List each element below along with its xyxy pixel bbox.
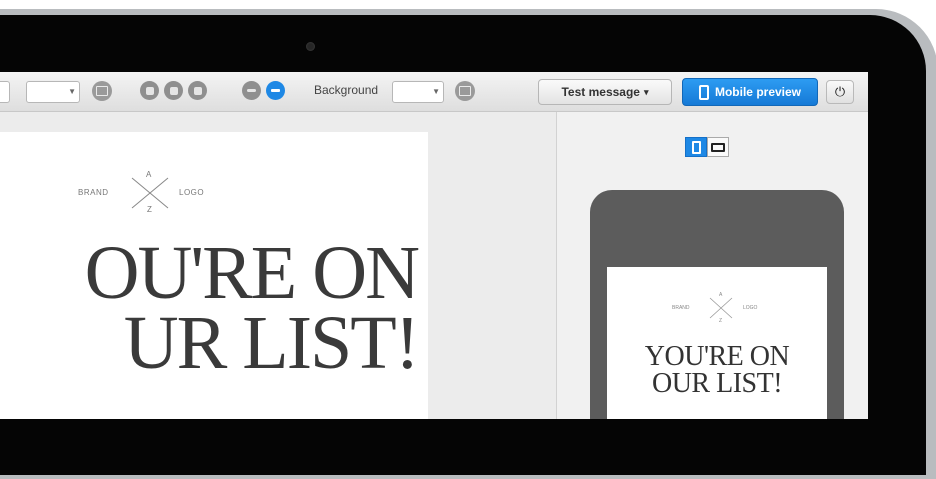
power-icon: ⏻ (834, 84, 846, 99)
phone-screen[interactable]: BRAND A Z LOGO YOU'RE ON OUR LIST! (607, 267, 827, 419)
headline-line-1: OU'RE ON (84, 231, 420, 315)
test-message-button[interactable]: Test message ▾ (538, 79, 672, 105)
preview-logo-right-text: LOGO (743, 305, 758, 311)
add-block-icon[interactable] (266, 81, 285, 100)
editor-toolbar: ▼ Background ▼ Test message ▾ Mobile pre… (0, 72, 868, 112)
image-icon[interactable] (92, 81, 112, 101)
mobile-phone-icon (698, 84, 709, 100)
format-button-2-icon[interactable] (164, 81, 183, 100)
brand-logo: BRAND A Z LOGO (78, 168, 228, 216)
app-screen: ▼ Background ▼ Test message ▾ Mobile pre… (0, 72, 868, 419)
background-label: Background (314, 83, 379, 97)
mobile-preview-button[interactable]: Mobile preview (682, 78, 818, 106)
headline-line-2: UR LIST! (123, 301, 420, 385)
logo-right-text: LOGO (179, 188, 205, 197)
text-color-select[interactable]: ▼ (26, 81, 80, 103)
preview-logo-cross-icon (709, 297, 733, 319)
phone-mockup: BRAND A Z LOGO YOU'RE ON OUR LIST! (590, 190, 844, 419)
format-button-1-icon[interactable] (140, 81, 159, 100)
format-button-3-icon[interactable] (188, 81, 207, 100)
background-color-select[interactable]: ▼ (392, 81, 444, 103)
email-canvas[interactable]: BRAND A Z LOGO OU'RE ON UR LIST! (0, 132, 428, 419)
portrait-orientation-button[interactable] (685, 137, 707, 157)
logo-cross-icon (131, 177, 169, 209)
portrait-icon (691, 140, 701, 154)
power-button[interactable]: ⏻ (826, 80, 854, 104)
mobile-preview-label: Mobile preview (714, 85, 802, 99)
preview-headline-line-2: OUR LIST! (651, 368, 783, 399)
test-message-label: Test message (561, 85, 640, 99)
logo-left-text: BRAND (78, 188, 109, 197)
background-image-icon[interactable] (455, 81, 475, 101)
remove-block-icon[interactable] (242, 81, 261, 100)
mobile-preview-panel: BRAND A Z LOGO YOU'RE ON OUR LIST! (557, 112, 868, 419)
chevron-down-icon: ▼ (432, 87, 440, 96)
preview-headline-line-1: YOU'RE ON (644, 341, 790, 372)
caret-down-icon: ▾ (643, 86, 649, 97)
email-editor-area: BRAND A Z LOGO OU'RE ON UR LIST! (0, 112, 556, 419)
camera-icon (306, 42, 315, 51)
email-headline: OU'RE ON UR LIST! (0, 231, 420, 385)
landscape-icon (711, 142, 725, 152)
preview-logo-left-text: BRAND (672, 305, 690, 311)
preview-brand-logo: BRAND A Z LOGO (667, 292, 777, 324)
font-size-select-partial[interactable] (0, 81, 10, 103)
preview-headline: YOU'RE ON OUR LIST! (607, 341, 827, 399)
landscape-orientation-button[interactable] (707, 137, 729, 157)
orientation-toggle (685, 137, 729, 157)
chevron-down-icon: ▼ (68, 87, 76, 96)
